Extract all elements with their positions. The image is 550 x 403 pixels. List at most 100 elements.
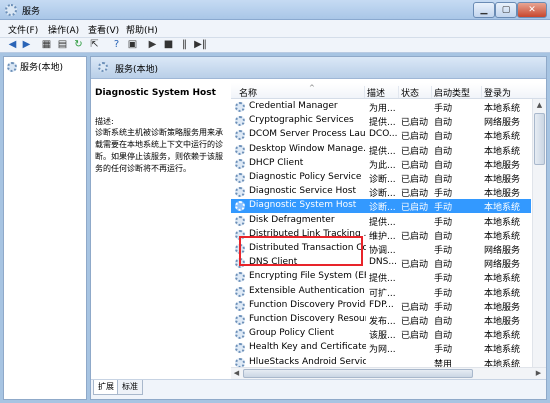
back-icon[interactable]: ◀ [6,39,19,51]
pause-icon[interactable]: ‖ [178,39,191,51]
table-row[interactable]: Function Discovery Provide...FDP... 已启动手动… [231,299,531,313]
service-startup-type: 自动 [434,231,453,242]
service-name: Function Discovery Resour... [249,314,366,324]
service-startup-type: 手动 [434,189,453,200]
restart-icon[interactable]: ▶‖ [194,39,207,51]
table-row[interactable]: DHCP Client 为此... 已启动 自动 本地服务 [231,157,531,171]
service-logon-as: 本地系统 [484,231,521,242]
toolbar: ◀ ▶ ▦ ▤ ↻ ⇱ ? ▣ ▶ ■ ‖ ▶‖ [0,38,550,53]
table-row[interactable]: Credential Manager 为用... 手动 本地系统 [231,100,531,114]
service-startup-type: 手动 [434,203,453,214]
service-description: DCO... [369,129,397,140]
tree-item-services-local[interactable]: 服务(本地) [7,60,63,73]
menu-help[interactable]: 帮助(H) [126,23,158,36]
table-row[interactable]: Encrypting File System (EFS) 提供... 手动 本地系统 [231,270,531,284]
description-panel: Diagnostic System Host 描述: 诊断系统主机被诊断策略服务… [91,79,229,379]
table-row[interactable]: Diagnostic Policy Service 诊断... 已启动 自动 本地服务 [231,171,531,185]
service-status: 已启动 [401,160,429,171]
scroll-left-icon[interactable]: ◀ [231,368,242,379]
service-status: 已启动 [401,118,429,129]
service-startup-type: 自动 [434,260,453,271]
forward-icon[interactable]: ▶ [20,39,33,51]
help-icon[interactable]: ? [110,39,123,51]
minimize-button[interactable]: ▁ [473,2,495,18]
service-startup-type: 自动 [434,132,453,143]
table-row[interactable]: Function Discovery Resour... 发布... 已启动 自动 本地… [231,313,531,327]
service-name: Disk Defragmenter [249,214,335,225]
table-row[interactable]: DCOM Server Process Lau... DCO... 已启动 自动 本地系… [231,128,531,142]
scroll-thumb[interactable] [534,113,545,165]
table-row[interactable]: Cryptographic Services 提供... 已启动 自动 网络服务 [231,114,531,128]
pane-title: 服务(本地) [115,65,159,75]
scroll-right-icon[interactable]: ▶ [533,368,544,379]
stop-icon[interactable]: ■ [162,39,175,51]
list-icon[interactable]: ▤ [56,39,69,51]
column-header-name[interactable]: 名称 ^ [239,84,365,99]
tab-standard[interactable]: 标准 [117,380,143,395]
menu-action[interactable]: 操作(A) [48,23,79,36]
vertical-scrollbar[interactable]: ▲ ▼ [532,99,546,379]
service-status: 已启动 [401,231,429,242]
service-name: HlueStacks Android Service [249,356,366,367]
service-startup-type: 自动 [434,118,453,129]
service-icon [235,286,245,297]
service-logon-as: 本地服务 [484,302,521,313]
column-header-startup[interactable]: 启动类型 [434,86,482,99]
service-logon-as: 本地系统 [484,132,521,143]
service-name: Diagnostic System Host [249,200,357,211]
service-name: Function Discovery Provide... [249,299,366,310]
tab-extended[interactable]: 扩展 [93,380,119,395]
service-startup-type: 手动 [434,217,453,228]
service-name: Encrypting File System (EFS) [249,271,366,282]
title-bar: 服务 ▁ ▢ ✕ [0,0,550,20]
service-icon [235,187,245,198]
console-tree-icon[interactable]: ▦ [40,39,53,51]
service-description: 提供... [369,118,396,129]
export-icon[interactable]: ⇱ [88,39,101,51]
table-row[interactable]: Disk Defragmenter 提供... 手动 本地系统 [231,214,531,228]
table-row[interactable]: Diagnostic Service Host 诊断... 已启动 手动 本地服务 [231,185,531,199]
hscroll-thumb[interactable] [243,369,473,378]
service-status: 已启动 [401,317,429,327]
column-header-status[interactable]: 状态 [401,86,432,99]
service-icon [235,343,245,354]
services-app-icon [5,4,17,16]
service-description: 为网... [369,345,396,356]
service-status: 已启动 [401,260,429,271]
maximize-button[interactable]: ▢ [495,2,517,18]
service-status: 已启动 [401,331,429,342]
menu-view[interactable]: 查看(V) [88,23,119,36]
column-header-logon[interactable]: 登录为 [484,86,531,99]
table-row[interactable]: Extensible Authentication P...可扩... 手动 本地系… [231,285,531,299]
service-logon-as: 本地系统 [484,331,521,342]
service-logon-as: 本地服务 [484,317,521,327]
horizontal-scrollbar[interactable]: ◀ ▶ [231,367,546,379]
play-icon[interactable]: ▶ [146,39,159,51]
service-logon-as: 本地系统 [484,146,521,157]
service-startup-type: 自动 [434,146,453,157]
service-icon [235,272,245,283]
refresh-icon[interactable]: ↻ [72,39,85,51]
table-row[interactable]: Health Key and Certificate ... 为网... 手动 本地系… [231,341,531,355]
service-logon-as: 本地服务 [484,175,521,185]
service-name: Diagnostic Policy Service [249,172,362,182]
service-logon-as: 网络服务 [484,118,521,129]
service-startup-type: 手动 [434,345,453,356]
menu-bar: 文件(F) 操作(A) 查看(V) 帮助(H) [0,20,550,38]
services-icon [98,62,108,72]
description-text: 诊断系统主机被诊断策略服务用来承载需要在本地系统上下文中运行的诊断。如果停止该服… [95,128,223,173]
table-row[interactable]: Diagnostic System Host 诊断... 已启动 手动 本地系统 [231,199,531,214]
column-header-desc[interactable]: 描述 [367,86,399,99]
scroll-up-icon[interactable]: ▲ [533,99,546,112]
service-description: 提供... [369,274,396,285]
properties-icon[interactable]: ▣ [126,39,139,51]
table-row[interactable]: Group Policy Client 该服... 已启动 自动 本地系统 [231,327,531,341]
service-icon [235,215,245,226]
service-description: 提供... [369,146,396,157]
menu-file[interactable]: 文件(F) [8,23,38,36]
service-startup-type: 自动 [434,331,453,342]
close-button[interactable]: ✕ [517,2,547,18]
table-row[interactable]: Desktop Window Manage... 提供... 已启动 自动 本地系统 [231,143,531,157]
service-icon [235,201,245,212]
service-description: 协调... [369,246,396,256]
